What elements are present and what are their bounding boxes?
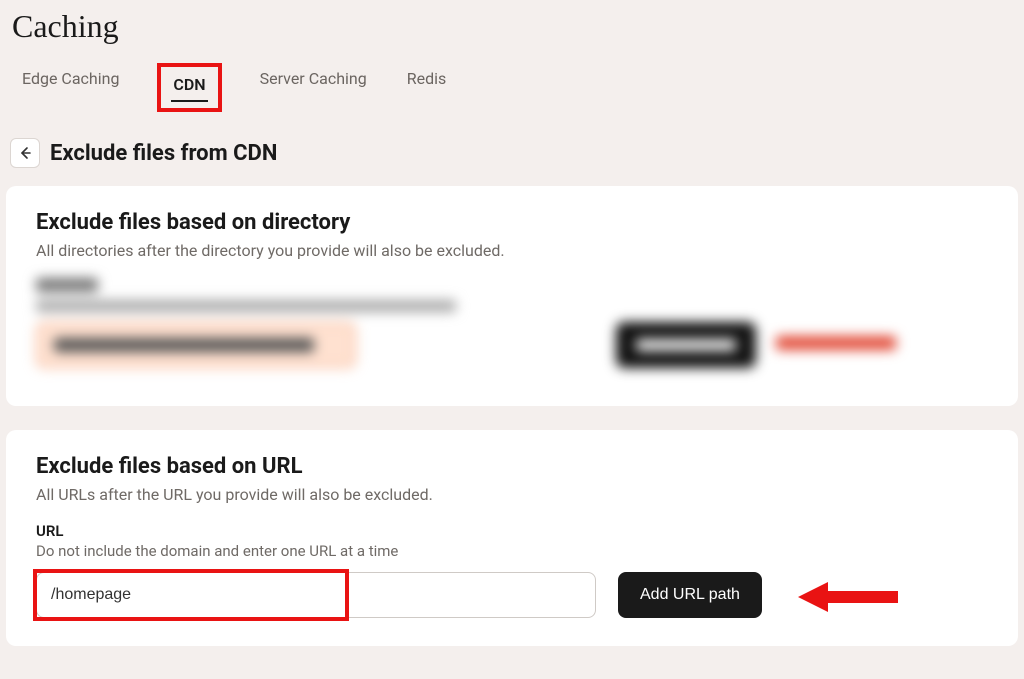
annotation-arrow-icon bbox=[798, 580, 898, 614]
blurred-content bbox=[36, 278, 988, 378]
card-exclude-url: Exclude files based on URL All URLs afte… bbox=[6, 430, 1018, 646]
url-field-label: URL bbox=[36, 522, 988, 540]
url-input-row: Add URL path bbox=[36, 572, 988, 618]
add-url-path-button[interactable]: Add URL path bbox=[618, 572, 762, 618]
tabs-row: Edge Caching CDN Server Caching Redis bbox=[0, 63, 1024, 134]
arrow-left-icon bbox=[17, 145, 33, 161]
tab-edge-caching[interactable]: Edge Caching bbox=[20, 63, 121, 112]
page-title: Caching bbox=[12, 8, 1024, 45]
tab-cdn[interactable]: CDN bbox=[171, 69, 207, 100]
subheader-row: Exclude files from CDN bbox=[0, 134, 1024, 186]
card-url-desc: All URLs after the URL you provide will … bbox=[36, 485, 988, 504]
subheader-title: Exclude files from CDN bbox=[50, 141, 277, 166]
card-exclude-directory: Exclude files based on directory All dir… bbox=[6, 186, 1018, 406]
card-url-title: Exclude files based on URL bbox=[36, 454, 988, 479]
back-button[interactable] bbox=[10, 138, 40, 168]
url-input[interactable] bbox=[36, 572, 596, 618]
card-directory-desc: All directories after the directory you … bbox=[36, 241, 988, 260]
tab-server-caching[interactable]: Server Caching bbox=[258, 63, 369, 112]
card-directory-title: Exclude files based on directory bbox=[36, 210, 988, 235]
url-field-help: Do not include the domain and enter one … bbox=[36, 542, 988, 560]
tab-cdn-highlight: CDN bbox=[157, 63, 221, 112]
url-input-wrap bbox=[36, 572, 596, 618]
tab-redis[interactable]: Redis bbox=[405, 63, 449, 112]
